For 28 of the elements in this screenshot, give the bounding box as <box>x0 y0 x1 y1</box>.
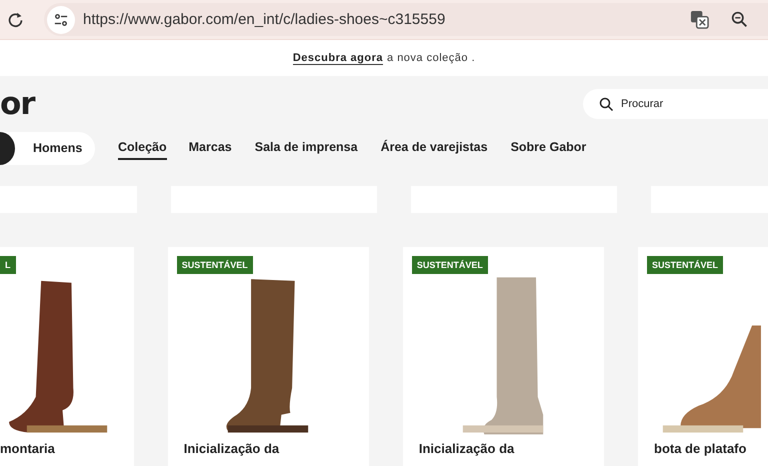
zoom-icon[interactable] <box>731 11 748 28</box>
nav-link[interactable]: Área de varejistas <box>380 136 488 160</box>
site-settings-icon[interactable] <box>54 12 68 26</box>
product-card[interactable]: L montaria <box>0 247 134 466</box>
search-field[interactable]: Procurar <box>583 89 768 119</box>
men-option[interactable]: Homens <box>33 141 82 155</box>
product-card[interactable]: SUSTENTÁVEL Inicialização da <box>168 247 369 466</box>
product-title[interactable]: bota de platafo <box>654 441 746 456</box>
sustainable-badge: SUSTENTÁVEL <box>176 256 253 274</box>
translate-icon[interactable] <box>690 10 709 29</box>
product-card[interactable]: SUSTENTÁVEL bota de platafo <box>638 247 768 466</box>
sustainable-badge: L <box>0 256 16 274</box>
reload-icon[interactable] <box>7 11 24 28</box>
announcement-text: a nova coleção . <box>387 52 476 64</box>
nav-link[interactable]: Coleção <box>118 136 167 160</box>
address-bar[interactable]: https://www.gabor.com/en_int/c/ladies-shoes~c315559 <box>44 3 768 36</box>
nav-link[interactable]: Sala de imprensa <box>254 136 358 160</box>
sustainable-badge: SUSTENTÁVEL <box>412 256 488 274</box>
search-icon <box>599 97 614 112</box>
product-title[interactable]: montaria <box>0 441 55 456</box>
product-title[interactable]: Inicialização da <box>418 441 514 456</box>
sustainable-badge: SUSTENTÁVEL <box>647 256 724 274</box>
product-card[interactable]: SUSTENTÁVEL Inicialização da <box>402 247 604 466</box>
nav-link[interactable]: Sobre Gabor <box>510 136 586 160</box>
logo[interactable]: or <box>0 86 35 122</box>
announcement-link[interactable]: Descubra agora <box>292 52 384 64</box>
product-title[interactable]: Inicialização da <box>184 441 280 456</box>
nav-link[interactable]: Marcas <box>188 136 232 160</box>
